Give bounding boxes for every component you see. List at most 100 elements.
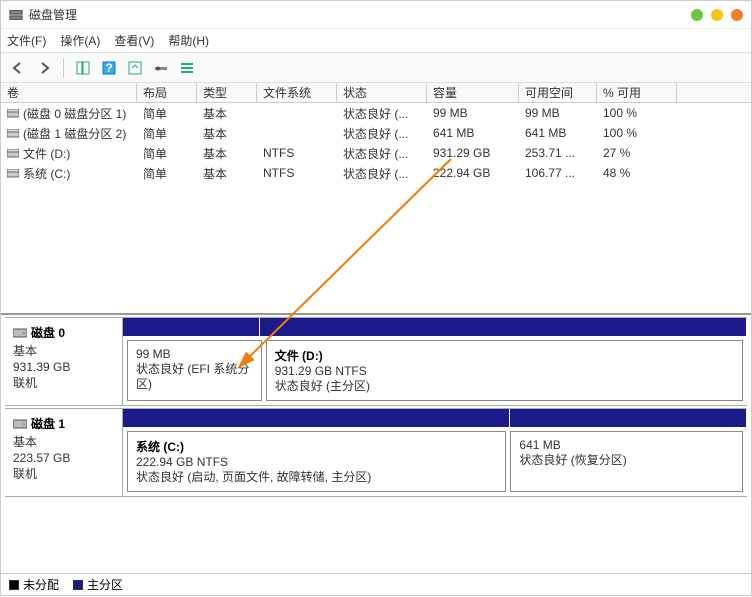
partition-box[interactable]: 99 MB状态良好 (EFI 系统分区) (127, 340, 262, 401)
disk-partitions: 99 MB状态良好 (EFI 系统分区)文件 (D:)931.29 GB NTF… (123, 318, 747, 405)
toolbar-separator (63, 58, 64, 78)
legend-primary: 主分区 (73, 576, 123, 593)
volume-name: 系统 (C:) (23, 165, 70, 182)
volume-free: 253.71 ... (519, 143, 597, 163)
partition-detail: 状态良好 (EFI 系统分区) (136, 362, 253, 392)
col-type[interactable]: 类型 (197, 83, 257, 102)
window-title: 磁盘管理 (29, 6, 691, 23)
list-button[interactable] (176, 57, 198, 79)
volume-type: 基本 (197, 143, 257, 163)
disk-row: 磁盘 0基本931.39 GB联机99 MB状态良好 (EFI 系统分区)文件 … (5, 317, 747, 406)
volume-status: 状态良好 (... (337, 143, 427, 163)
disk-graphical-pane[interactable]: 磁盘 0基本931.39 GB联机99 MB状态良好 (EFI 系统分区)文件 … (1, 315, 751, 549)
disk-bar-segment (510, 409, 747, 427)
volume-icon (7, 168, 19, 178)
volume-layout: 简单 (137, 123, 197, 143)
volume-capacity: 641 MB (427, 123, 519, 143)
volume-row[interactable]: (磁盘 1 磁盘分区 2)简单基本状态良好 (...641 MB641 MB10… (1, 123, 751, 143)
menu-file[interactable]: 文件(F) (7, 32, 46, 49)
volume-percent: 48 % (597, 163, 677, 183)
volume-free: 106.77 ... (519, 163, 597, 183)
partition-size: 931.29 GB NTFS (275, 364, 734, 379)
volume-status: 状态良好 (... (337, 123, 427, 143)
volume-fs (257, 103, 337, 123)
volume-list-header: 卷 布局 类型 文件系统 状态 容量 可用空间 % 可用 (1, 83, 751, 103)
volume-free: 99 MB (519, 103, 597, 123)
disk-info: 磁盘 1基本223.57 GB联机 (5, 409, 123, 496)
volume-percent: 100 % (597, 103, 677, 123)
partition-box[interactable]: 系统 (C:)222.94 GB NTFS状态良好 (启动, 页面文件, 故障转… (127, 431, 506, 492)
volume-name: (磁盘 0 磁盘分区 1) (23, 105, 126, 122)
traffic-light-green[interactable] (691, 9, 703, 21)
volume-layout: 简单 (137, 103, 197, 123)
titlebar: 磁盘管理 (1, 1, 751, 29)
volume-type: 基本 (197, 123, 257, 143)
disk-bar-segment (123, 318, 260, 336)
menu-action[interactable]: 操作(A) (60, 32, 100, 49)
volume-percent: 100 % (597, 123, 677, 143)
col-status[interactable]: 状态 (337, 83, 427, 102)
volume-name: 文件 (D:) (23, 145, 70, 162)
forward-button[interactable] (33, 57, 55, 79)
volume-row[interactable]: 文件 (D:) 简单基本NTFS状态良好 (...931.29 GB253.71 … (1, 143, 751, 163)
disk-boxes: 系统 (C:)222.94 GB NTFS状态良好 (启动, 页面文件, 故障转… (123, 427, 747, 496)
partition-size: 641 MB (519, 438, 734, 453)
disk-type: 基本 (13, 434, 114, 450)
volume-fs: NTFS (257, 143, 337, 163)
partition-box[interactable]: 641 MB状态良好 (恢复分区) (510, 431, 743, 492)
traffic-light-yellow[interactable] (711, 9, 723, 21)
volume-fs (257, 123, 337, 143)
legend: 未分配 主分区 (1, 573, 751, 595)
volume-fs: NTFS (257, 163, 337, 183)
volume-free: 641 MB (519, 123, 597, 143)
col-filesystem[interactable]: 文件系统 (257, 83, 337, 102)
traffic-light-orange[interactable] (731, 9, 743, 21)
partition-box[interactable]: 文件 (D:)931.29 GB NTFS状态良好 (主分区) (266, 340, 743, 401)
menu-help[interactable]: 帮助(H) (168, 32, 209, 49)
volume-row[interactable]: (磁盘 0 磁盘分区 1)简单基本状态良好 (...99 MB99 MB100 … (1, 103, 751, 123)
volume-layout: 简单 (137, 163, 197, 183)
col-spacer (677, 83, 751, 102)
disk-type: 基本 (13, 343, 114, 359)
partition-size: 222.94 GB NTFS (136, 455, 497, 470)
volume-list-body[interactable]: (磁盘 0 磁盘分区 1)简单基本状态良好 (...99 MB99 MB100 … (1, 103, 751, 313)
col-volume[interactable]: 卷 (1, 83, 137, 102)
help-button[interactable]: ? (98, 57, 120, 79)
legend-unallocated: 未分配 (9, 576, 59, 593)
volume-capacity: 222.94 GB (427, 163, 519, 183)
disk-status: 联机 (13, 466, 114, 482)
partition-detail: 状态良好 (主分区) (275, 379, 734, 394)
disk-mgmt-icon (9, 8, 23, 22)
col-percent[interactable]: % 可用 (597, 83, 677, 102)
disk-info: 磁盘 0基本931.39 GB联机 (5, 318, 123, 405)
partition-title: 系统 (C:) (136, 438, 497, 455)
refresh-button[interactable] (124, 57, 146, 79)
toolbar: ? (1, 53, 751, 83)
volume-row[interactable]: 系统 (C:)简单基本NTFS状态良好 (...222.94 GB106.77 … (1, 163, 751, 183)
back-button[interactable] (7, 57, 29, 79)
menu-view[interactable]: 查看(V) (114, 32, 154, 49)
swatch-black (9, 580, 19, 590)
disk-boxes: 99 MB状态良好 (EFI 系统分区)文件 (D:)931.29 GB NTF… (123, 336, 747, 405)
volume-capacity: 99 MB (427, 103, 519, 123)
svg-text:?: ? (105, 61, 112, 75)
swatch-blue (73, 580, 83, 590)
menubar: 文件(F) 操作(A) 查看(V) 帮助(H) (1, 29, 751, 53)
col-free[interactable]: 可用空间 (519, 83, 597, 102)
disk-name: 磁盘 0 (31, 324, 65, 341)
layout-button[interactable] (72, 57, 94, 79)
volume-icon (7, 148, 19, 158)
volume-name: (磁盘 1 磁盘分区 2) (23, 125, 126, 142)
disk-partitions: 系统 (C:)222.94 GB NTFS状态良好 (启动, 页面文件, 故障转… (123, 409, 747, 496)
volume-list-pane: 卷 布局 类型 文件系统 状态 容量 可用空间 % 可用 (磁盘 0 磁盘分区 … (1, 83, 751, 315)
disk-name: 磁盘 1 (31, 415, 65, 432)
settings-button[interactable] (150, 57, 172, 79)
disk-bar-segment (123, 409, 510, 427)
volume-capacity: 931.29 GB (427, 143, 519, 163)
col-layout[interactable]: 布局 (137, 83, 197, 102)
volume-layout: 简单 (137, 143, 197, 163)
disk-status: 联机 (13, 375, 114, 391)
volume-status: 状态良好 (... (337, 163, 427, 183)
partition-detail: 状态良好 (启动, 页面文件, 故障转储, 主分区) (136, 470, 497, 485)
col-capacity[interactable]: 容量 (427, 83, 519, 102)
